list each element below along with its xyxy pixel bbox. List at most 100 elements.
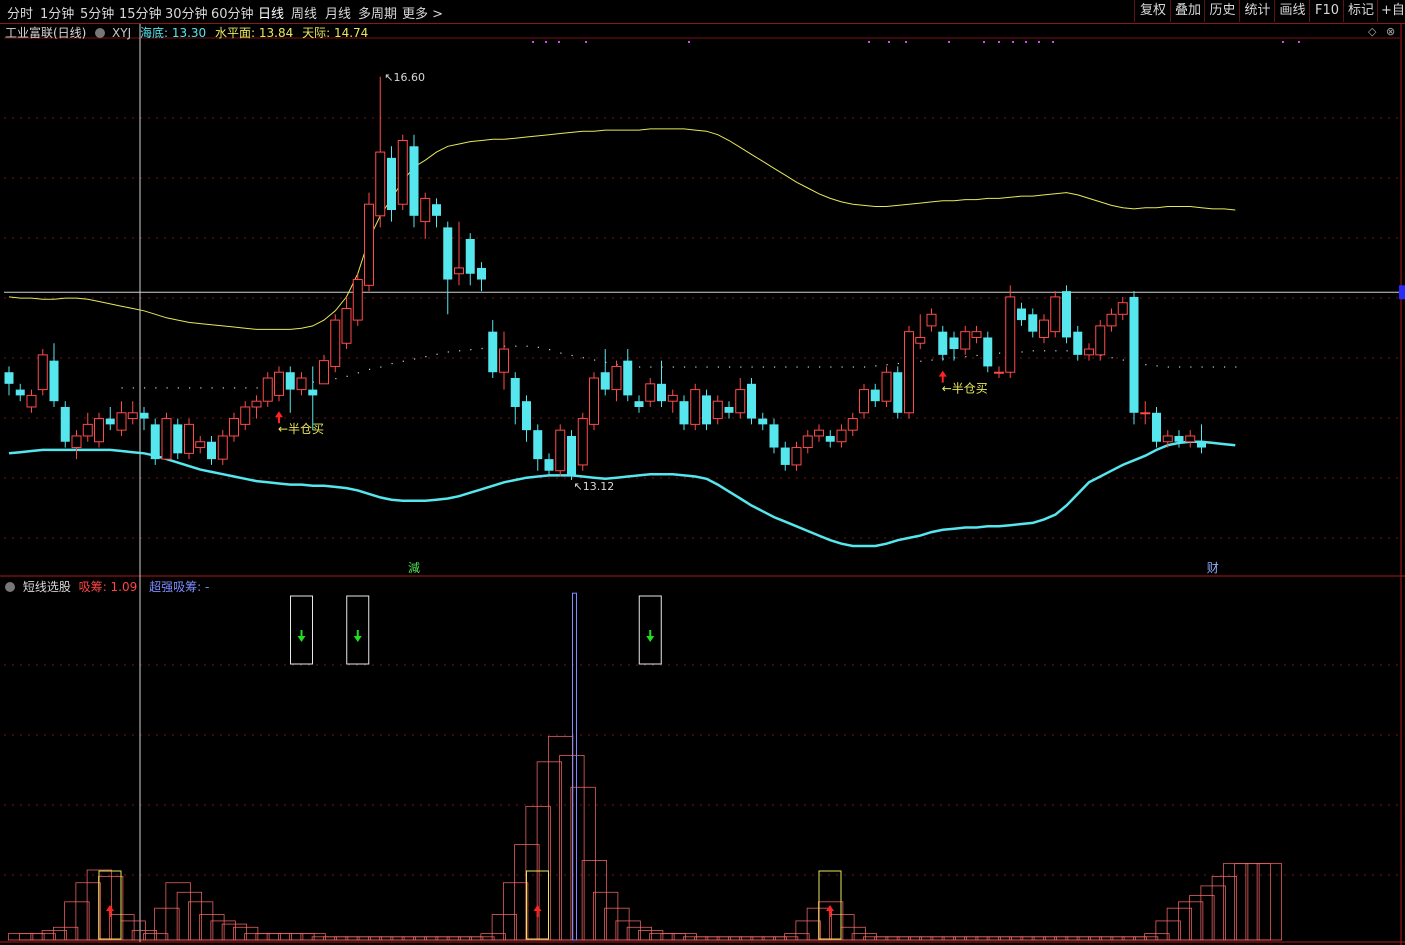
xichou-bar [637,930,664,941]
mark-button[interactable]: 标记 [1343,0,1378,22]
candle-body [71,435,82,449]
candle-body [465,238,475,274]
close-icon[interactable]: ⊗ [1386,25,1395,38]
candle-body [217,435,228,460]
history-button[interactable]: 历史 [1204,0,1240,22]
shuiping-dot [864,366,866,368]
xichou-bar [401,936,428,941]
period-more[interactable]: 更多 > [402,3,443,22]
candle-body [4,372,14,384]
down-arrow-icon [297,630,306,642]
candle-body [94,418,104,443]
candle-body [735,389,746,414]
indicator-name[interactable]: XYJ [112,26,131,40]
candle-body [679,401,689,425]
candle-body [375,151,386,217]
legend-xichou-value: 1.09 [110,580,138,594]
xichou-bar [266,933,293,941]
shuiping-dot [189,387,191,389]
candle-body [747,383,756,419]
shuiping-dot [245,387,247,389]
draw-button[interactable]: 画线 [1274,0,1310,22]
shuiping-dot [1179,366,1181,368]
top-marker-dot-4 [688,41,690,43]
candle-body [1106,313,1117,327]
xichou-bar [356,936,383,941]
xichou-bar [199,914,225,941]
xichou-bar [64,901,90,941]
candle-body [49,360,59,402]
xichou-bar [1065,936,1091,941]
low-price-label: ↖13.12 [574,480,615,493]
candle-body [1050,296,1061,333]
shuiping-dot [751,366,753,368]
candle-body [477,267,486,280]
shuiping-dot [1212,366,1214,368]
kline-chart[interactable]: ↖16.60 ↖13.12 ←半仓买 ←半仓买減 财 [0,0,1405,945]
period-multi[interactable]: 多周期 [358,3,397,22]
indicator-toggle-icon[interactable] [95,28,106,38]
candle-body [296,377,307,391]
f10-button[interactable]: F10 [1309,0,1344,22]
xichou-bar [142,933,169,941]
indicator-panel-name[interactable]: 短线选股 [23,580,71,594]
stats-button[interactable]: 统计 [1239,0,1275,22]
candle-body [600,372,610,390]
period-daily[interactable]: 日线 [258,3,284,22]
xichou-bar [525,805,551,941]
period-monthly[interactable]: 月线 [325,3,351,22]
xichou-bar [502,882,529,941]
shuiping-dot [470,349,472,351]
period-weekly[interactable]: 周线 [291,3,317,22]
top-marker-dot-2 [558,41,560,43]
shuiping-dot [740,366,742,368]
candle-body [37,354,48,391]
period-5min[interactable]: 5分钟 [80,3,114,22]
xichou-bar [975,936,1001,941]
top-marker-dot-14 [1052,41,1054,43]
shuiping-dot [650,366,652,368]
candle-body [454,267,464,275]
shuiping-dot [819,366,821,368]
collapse-icon[interactable]: ◇ [1368,25,1376,38]
candle-body [262,377,273,402]
fuquan-button[interactable]: 复权 [1134,0,1171,22]
shuiping-dot [796,366,798,368]
candle-body [229,418,239,437]
candle-body [127,412,138,420]
period-15min[interactable]: 15分钟 [119,3,162,22]
legend-strong-xichou-value: - [204,580,210,594]
period-60min[interactable]: 60分钟 [211,3,254,22]
candle-body [1197,441,1206,448]
xichou-bar [660,933,686,941]
candle-body [994,371,1004,374]
period-fenshi[interactable]: 分时 [7,3,33,22]
shuiping-dot [211,387,213,389]
indicator-panel-toggle-icon[interactable] [5,582,15,592]
candle-body [836,429,847,443]
shuiping-dot [121,387,123,389]
candle-body [207,441,216,460]
xichou-bar [469,936,495,941]
top-marker-dot-15 [1282,41,1284,43]
xichou-bar [322,936,349,941]
xichou-bar [615,920,641,941]
candle-body [915,336,926,344]
period-1min[interactable]: 1分钟 [40,3,74,22]
candle-body [589,377,599,425]
xichou-bar [604,907,630,941]
shuiping-dot [132,387,134,389]
shuiping-dot [897,362,899,365]
candle-body [161,418,172,460]
add-watchlist-button[interactable]: +自选 [1377,0,1405,22]
overlay-button[interactable]: 叠加 [1170,0,1205,22]
stock-title[interactable]: 工业富联(日线) [5,26,86,40]
shuiping-dot [537,346,539,348]
candle-body [522,401,531,431]
shuiping-dot [976,354,978,357]
legend-xichou: 吸筹: 1.09 [78,580,138,594]
period-30min[interactable]: 30分钟 [165,3,208,22]
xichou-bar [649,933,675,941]
candle-body [971,331,982,338]
candle-body [544,459,554,471]
